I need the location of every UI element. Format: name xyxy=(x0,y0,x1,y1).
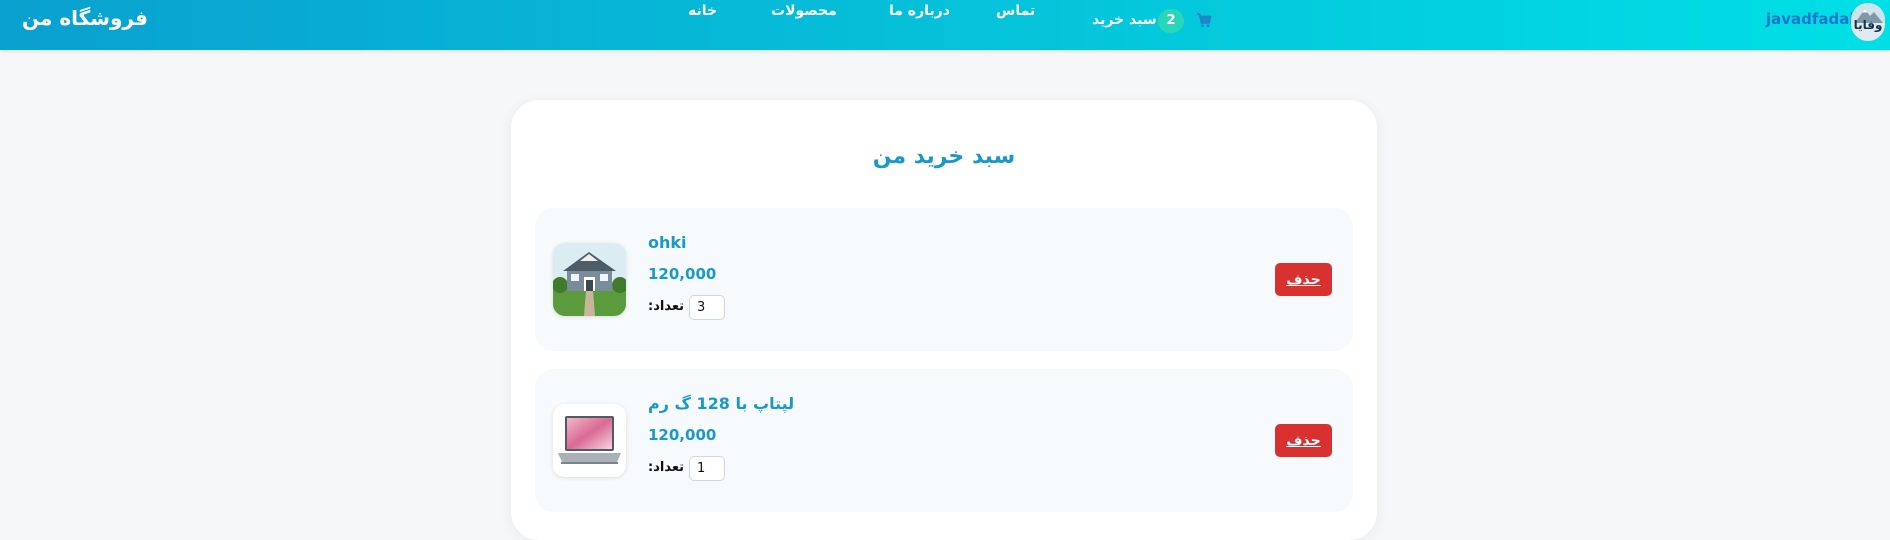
quantity-input[interactable] xyxy=(689,295,725,320)
username-label[interactable]: javadfadaii xyxy=(1766,10,1860,28)
cart-count-badge: 2 xyxy=(1158,9,1184,33)
product-image xyxy=(553,243,626,316)
avatar-label: وفایا xyxy=(1853,18,1883,32)
nav-cart-link[interactable]: سبد خرید xyxy=(1092,12,1157,28)
nav-about-link[interactable]: درباره ما xyxy=(889,3,950,19)
house-photo-icon xyxy=(553,243,626,316)
shopping-cart-icon[interactable] xyxy=(1196,12,1212,28)
product-price: 120,000 xyxy=(648,265,717,283)
laptop-photo-icon xyxy=(553,404,626,477)
product-image xyxy=(553,404,626,477)
cart-title: سبد خرید من xyxy=(872,144,1016,169)
nav-contact-link[interactable]: تماس xyxy=(996,3,1035,19)
product-price: 120,000 xyxy=(648,426,717,444)
nav-home-link[interactable]: خانه xyxy=(688,3,717,19)
nav-products-link[interactable]: محصولات xyxy=(771,3,837,19)
product-name[interactable]: ohki xyxy=(648,233,687,252)
site-brand[interactable]: فروشگاه من xyxy=(22,6,148,30)
product-name[interactable]: لپتاپ با 128 گ رم xyxy=(648,394,794,413)
cart-panel: سبد خرید من ohki 120,000 تعداد: حذف xyxy=(511,100,1377,540)
delete-item-button[interactable]: حذف xyxy=(1275,424,1332,457)
cart-item: ohki 120,000 تعداد: حذف xyxy=(535,208,1353,351)
quantity-label: تعداد: xyxy=(648,299,685,314)
quantity-label: تعداد: xyxy=(648,460,685,475)
cart-item: لپتاپ با 128 گ رم 120,000 تعداد: حذف xyxy=(535,369,1353,512)
delete-item-button[interactable]: حذف xyxy=(1275,263,1332,296)
top-navbar: فروشگاه من خانه محصولات درباره ما تماس س… xyxy=(0,0,1890,50)
quantity-input[interactable] xyxy=(689,456,725,481)
